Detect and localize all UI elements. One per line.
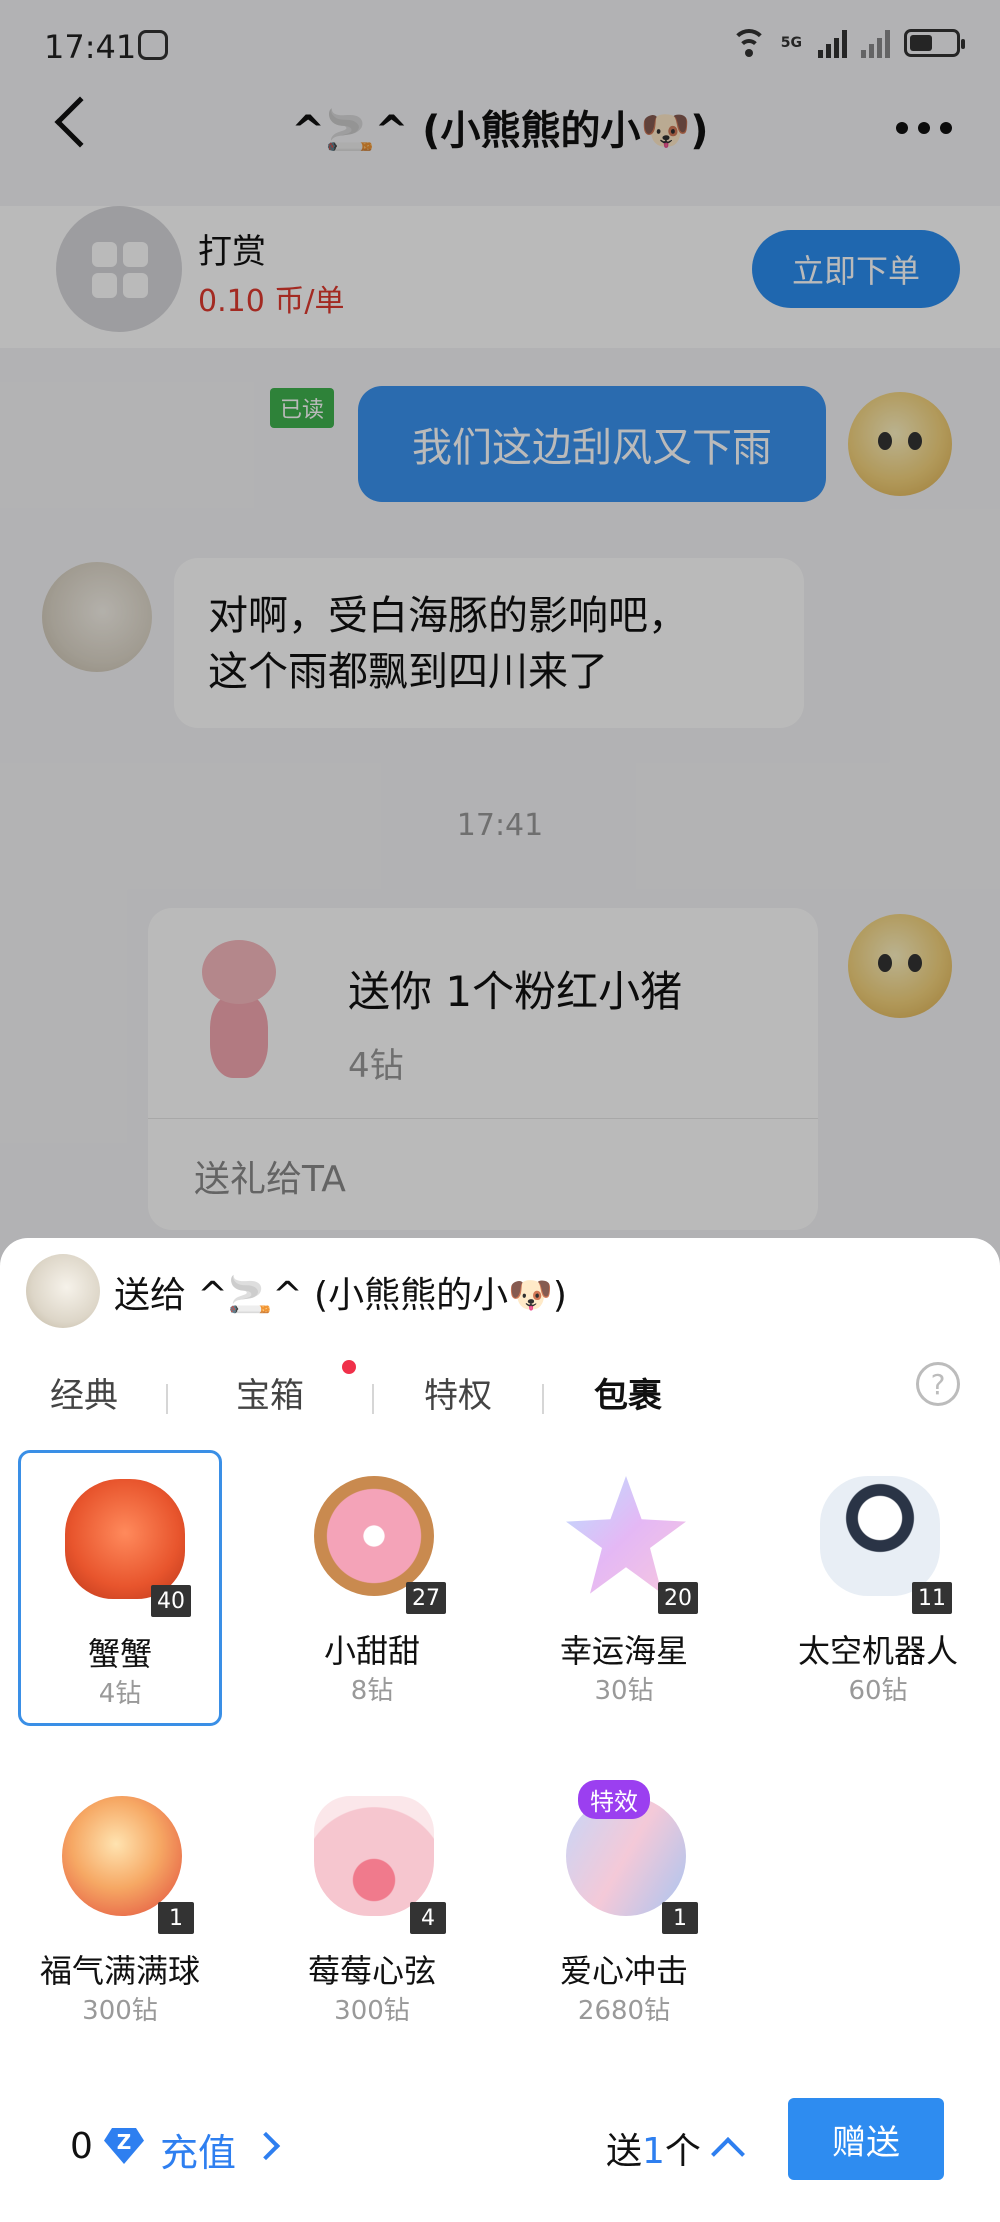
chevron-up-icon[interactable] <box>711 2137 745 2171</box>
gift-item[interactable]: 27 小甜甜 8钻 <box>270 1450 474 1726</box>
item-price: 300钻 <box>82 1996 158 2026</box>
gift-footer: 0 Z 充值 送1个 赠送 <box>0 2098 1000 2198</box>
item-count: 20 <box>658 1582 698 1614</box>
item-name: 福气满满球 <box>39 1952 200 1990</box>
item-count: 11 <box>912 1582 952 1614</box>
effect-badge: 特效 <box>578 1780 650 1819</box>
item-price: 2680钻 <box>577 1996 671 2026</box>
item-price: 60钻 <box>848 1676 908 1706</box>
item-name: 莓莓心弦 <box>307 1952 436 1990</box>
lucky-ball-icon <box>62 1796 182 1916</box>
quantity-selector[interactable]: 送1个 <box>606 2122 701 2174</box>
item-count: 40 <box>151 1585 191 1617</box>
tab-package[interactable]: 包裹 <box>594 1368 662 1417</box>
donut-icon <box>314 1476 434 1596</box>
qty-number: 1 <box>642 2131 665 2172</box>
starfish-icon <box>566 1476 686 1594</box>
tab-chest[interactable]: 宝箱 <box>236 1368 304 1417</box>
qty-suffix: 个 <box>664 2131 701 2172</box>
recharge-button[interactable]: 充值 <box>160 2122 236 2177</box>
gift-tabs: 经典 宝箱 特权 包裹 <box>0 1358 1000 1438</box>
gift-item[interactable]: 1 福气满满球 300钻 <box>18 1770 222 2046</box>
gift-sheet: 送给 ^🚬^ (小熊熊的小🐶) 经典 宝箱 特权 包裹 ? 40 蟹蟹 4钻 2… <box>0 1238 1000 2222</box>
gift-item[interactable]: 40 蟹蟹 4钻 <box>18 1450 222 1726</box>
recipient-avatar <box>26 1254 100 1328</box>
help-icon[interactable]: ? <box>916 1362 960 1406</box>
item-count: 4 <box>410 1902 446 1934</box>
item-name: 太空机器人 <box>797 1632 958 1670</box>
item-name: 爱心冲击 <box>559 1952 688 1990</box>
item-name: 蟹蟹 <box>87 1635 152 1673</box>
gift-item[interactable]: 4 莓莓心弦 300钻 <box>270 1770 474 2046</box>
gift-item[interactable]: 20 幸运海星 30钻 <box>522 1450 726 1726</box>
gift-item[interactable]: 11 太空机器人 60钻 <box>776 1450 980 1726</box>
qty-prefix: 送 <box>606 2131 643 2172</box>
send-gift-button[interactable]: 赠送 <box>788 2098 944 2180</box>
item-name: 小甜甜 <box>323 1632 420 1670</box>
tab-classic[interactable]: 经典 <box>50 1368 118 1417</box>
item-price: 8钻 <box>350 1676 394 1706</box>
send-to-label: 送给 ^🚬^ (小熊熊的小🐶) <box>114 1275 567 1316</box>
crab-icon <box>65 1479 185 1599</box>
harp-icon <box>314 1796 434 1916</box>
diamond-balance: 0 <box>70 2126 93 2167</box>
tab-privilege[interactable]: 特权 <box>424 1368 492 1417</box>
tab-divider <box>542 1384 544 1414</box>
chevron-right-icon[interactable] <box>251 2131 281 2161</box>
diamond-icon: Z <box>104 2128 144 2164</box>
item-count: 1 <box>662 1902 698 1934</box>
item-price: 300钻 <box>334 1996 410 2026</box>
new-dot-badge <box>342 1360 356 1374</box>
robot-icon <box>820 1476 940 1596</box>
item-count: 1 <box>158 1902 194 1934</box>
tab-divider <box>372 1384 374 1414</box>
item-count: 27 <box>406 1582 446 1614</box>
gift-item[interactable]: 特效 1 爱心冲击 2680钻 <box>522 1770 726 2046</box>
item-price: 30钻 <box>594 1676 654 1706</box>
tab-divider <box>166 1384 168 1414</box>
item-price: 4钻 <box>98 1679 142 1709</box>
item-name: 幸运海星 <box>559 1632 688 1670</box>
